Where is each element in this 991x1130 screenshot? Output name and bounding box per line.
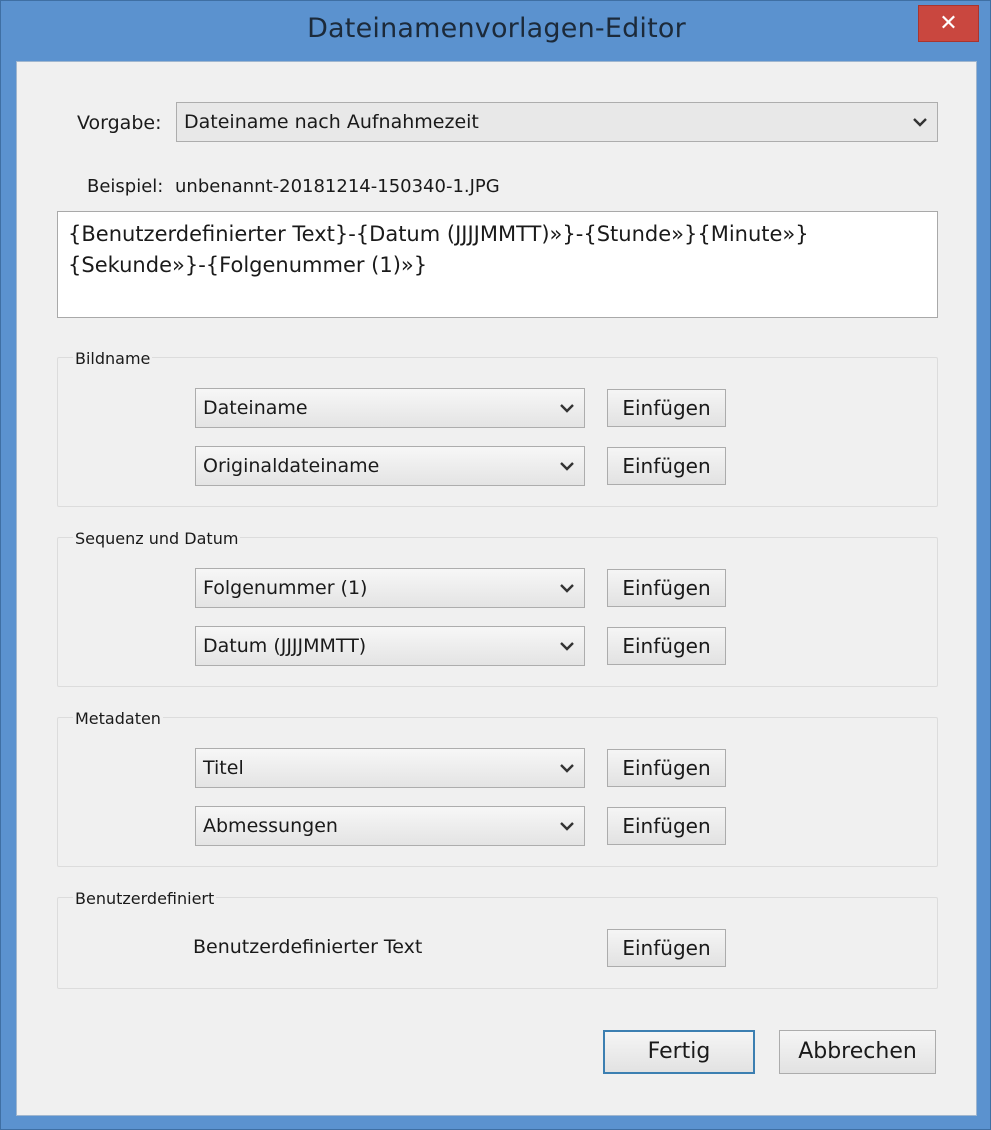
group-custom-title: Benutzerdefiniert [73, 889, 217, 908]
image-name-insert-button-2[interactable]: Einfügen [607, 447, 726, 485]
chevron-down-icon [558, 389, 576, 427]
image-name-select-2-value: Originaldateiname [203, 455, 380, 477]
sequence-date-select-1[interactable]: Folgenummer (1) [195, 568, 585, 608]
metadata-select-1[interactable]: Titel [195, 748, 585, 788]
image-name-select-2[interactable]: Originaldateiname [195, 446, 585, 486]
sequence-date-select-1-value: Folgenummer (1) [203, 577, 368, 599]
image-name-select-1[interactable]: Dateiname [195, 388, 585, 428]
cancel-button[interactable]: Abbrechen [779, 1030, 936, 1074]
close-button[interactable]: ✕ [918, 5, 979, 42]
title-bar[interactable]: Dateinamenvorlagen-Editor ✕ [1, 1, 991, 61]
metadata-select-2[interactable]: Abmessungen [195, 806, 585, 846]
template-line-1: {Benutzerdefinierter Text}-{Datum (JJJJM… [68, 222, 809, 246]
chevron-down-icon [558, 569, 576, 607]
window-title: Dateinamenvorlagen-Editor [307, 13, 686, 44]
dialog-body: Vorgabe: Dateiname nach Aufnahmezeit Bei… [16, 61, 977, 1116]
sequence-date-select-2-value: Datum (JJJJMMTT) [203, 635, 367, 657]
chevron-down-icon [558, 807, 576, 845]
metadata-select-2-value: Abmessungen [203, 815, 338, 837]
dialog-window: Dateinamenvorlagen-Editor ✕ Vorgabe: Dat… [0, 0, 991, 1130]
metadata-select-1-value: Titel [203, 757, 244, 779]
group-image-name-title: Bildname [73, 349, 153, 368]
metadata-insert-button-2[interactable]: Einfügen [607, 807, 726, 845]
chevron-down-icon [558, 447, 576, 485]
image-name-insert-button-1[interactable]: Einfügen [607, 389, 726, 427]
preset-label: Vorgabe: [77, 112, 162, 134]
preset-value: Dateiname nach Aufnahmezeit [184, 111, 479, 133]
custom-text-label: Benutzerdefinierter Text [193, 936, 423, 958]
template-textarea[interactable]: {Benutzerdefinierter Text}-{Datum (JJJJM… [57, 211, 938, 318]
sequence-date-insert-button-2[interactable]: Einfügen [607, 627, 726, 665]
chevron-down-icon [911, 103, 929, 141]
template-line-2: {Sekunde»}-{Folgenummer (1)»} [68, 253, 428, 277]
preset-select[interactable]: Dateiname nach Aufnahmezeit [176, 102, 938, 142]
custom-insert-button[interactable]: Einfügen [607, 929, 726, 967]
chevron-down-icon [558, 749, 576, 787]
done-button[interactable]: Fertig [603, 1030, 755, 1074]
group-sequence-date-title: Sequenz und Datum [73, 529, 241, 548]
group-custom [57, 897, 938, 989]
sequence-date-insert-button-1[interactable]: Einfügen [607, 569, 726, 607]
sequence-date-select-2[interactable]: Datum (JJJJMMTT) [195, 626, 585, 666]
image-name-select-1-value: Dateiname [203, 397, 308, 419]
metadata-insert-button-1[interactable]: Einfügen [607, 749, 726, 787]
example-label: Beispiel: [87, 176, 164, 197]
chevron-down-icon [558, 627, 576, 665]
close-icon: ✕ [939, 11, 958, 36]
example-value: unbenannt-20181214-150340-1.JPG [175, 176, 500, 197]
group-metadata-title: Metadaten [73, 709, 163, 728]
